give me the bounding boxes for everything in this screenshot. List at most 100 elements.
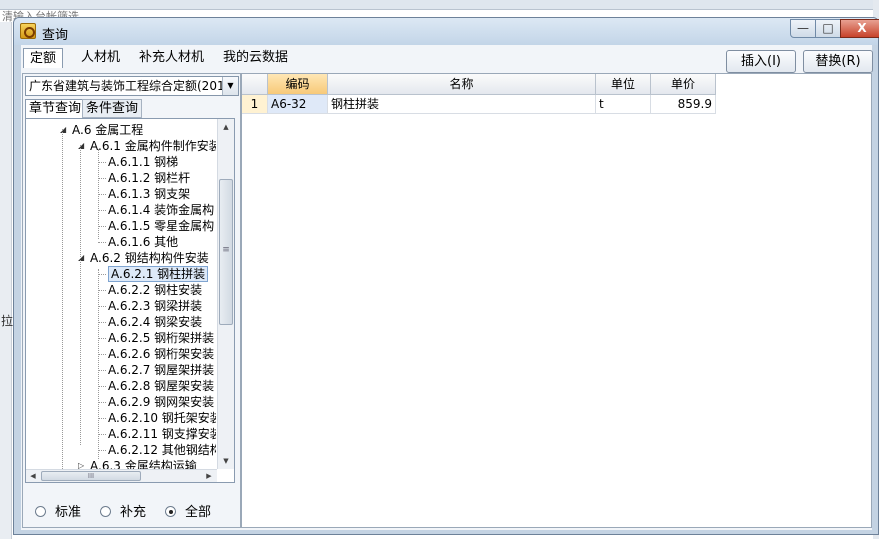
tree-guide-line	[98, 269, 99, 459]
tree-connector	[98, 338, 106, 339]
radio-supplementary-dot[interactable]	[100, 506, 111, 517]
tree-node[interactable]: A.6.2.2 钢柱安装	[108, 282, 202, 298]
tree-connector	[98, 450, 106, 451]
title-bar[interactable]: 查询	[14, 18, 878, 45]
tree-connector	[98, 322, 106, 323]
radio-standard-dot[interactable]	[35, 506, 46, 517]
dialog-client-area: 定额 人材机 补充人材机 我的云数据 插入(I) 替换(R) 广东省建筑与装饰工…	[21, 45, 873, 530]
scroll-up-icon[interactable]: ▲	[218, 119, 234, 135]
tree-connector	[98, 290, 106, 291]
tree-node[interactable]: A.6.2 钢结构构件安装	[90, 250, 209, 266]
tree-node[interactable]: A.6.2.12 其他钢结构	[108, 442, 216, 458]
tab-condition-query[interactable]: 条件查询	[82, 99, 143, 118]
grid-corner-header	[242, 74, 268, 95]
tree-connector	[98, 386, 106, 387]
tree-node[interactable]: A.6.2.5 钢桁架拼装	[108, 330, 214, 346]
tab-chapter-query[interactable]: 章节查询	[25, 99, 86, 118]
quota-library-select[interactable]: 广东省建筑与装饰工程综合定额(201 ▼	[25, 76, 239, 96]
tree-connector	[98, 226, 106, 227]
tree-vertical-scrollbar[interactable]: ▲ ≡ ▼	[217, 119, 234, 469]
close-button[interactable]: X	[840, 19, 879, 38]
scroll-right-icon[interactable]: ▶	[202, 470, 216, 482]
tree-node[interactable]: A.6.2.6 钢桁架安装	[108, 346, 214, 362]
tree-node[interactable]: A.6.3 金属结构运输	[90, 458, 197, 469]
radio-supplementary-label: 补充	[120, 505, 147, 520]
tree-node[interactable]: A.6.1 金属构件制作安装	[90, 138, 216, 154]
tree-node[interactable]: A.6.1.2 钢栏杆	[108, 170, 190, 186]
cell-name[interactable]: 钢柱拼装	[328, 95, 596, 114]
tree-connector	[98, 210, 106, 211]
radio-all[interactable]: 全部	[165, 501, 211, 520]
scroll-down-icon[interactable]: ▼	[218, 453, 234, 469]
row-number[interactable]: 1	[242, 95, 268, 114]
tree-connector	[98, 418, 106, 419]
collapse-icon[interactable]: ◢	[78, 141, 84, 150]
header-price[interactable]: 单价	[651, 74, 716, 95]
app-icon	[20, 23, 36, 39]
chapter-tree: ◢ A.6 金属工程 ◢ A.6.1 金属构件制作安装 A.6.1.1 钢梯 A.6.1.…	[25, 118, 235, 483]
scroll-thumb[interactable]: ≡	[219, 179, 233, 325]
scroll-left-icon[interactable]: ◀	[26, 470, 40, 482]
tree-guide-line	[80, 145, 81, 445]
radio-standard[interactable]: 标准	[35, 501, 81, 520]
library-filter-radios: 标准 补充 全部	[25, 494, 237, 524]
chevron-down-icon[interactable]: ▼	[222, 77, 238, 95]
hscroll-thumb[interactable]: III	[41, 471, 141, 481]
quota-library-value: 广东省建筑与装饰工程综合定额(201	[29, 79, 225, 93]
tree-connector	[98, 370, 106, 371]
tree-node[interactable]: A.6.2.3 钢梁拼装	[108, 298, 202, 314]
tree-node[interactable]: A.6.1.6 其他	[108, 234, 178, 250]
tree-node[interactable]: A.6.2.9 钢网架安装	[108, 394, 214, 410]
radio-all-label: 全部	[185, 505, 212, 520]
tree-guide-line	[62, 129, 63, 469]
expand-icon[interactable]: ▷	[78, 461, 84, 469]
tab-quota[interactable]: 定额	[23, 48, 64, 68]
radio-standard-label: 标准	[55, 505, 82, 520]
collapse-icon[interactable]: ◢	[60, 125, 66, 134]
tree-viewport: ◢ A.6 金属工程 ◢ A.6.1 金属构件制作安装 A.6.1.1 钢梯 A.6.1.…	[26, 119, 216, 469]
tree-node[interactable]: A.6.1.1 钢梯	[108, 154, 178, 170]
tab-labor-material-machine[interactable]: 人材机	[75, 48, 126, 68]
tree-connector	[98, 162, 106, 163]
tree-connector	[98, 354, 106, 355]
collapse-icon[interactable]: ◢	[78, 253, 84, 262]
tree-connector	[98, 274, 106, 275]
background-left-char: 拉	[1, 314, 14, 328]
maximize-button[interactable]: □	[815, 19, 841, 38]
cell-price[interactable]: 859.9	[651, 95, 716, 114]
result-grid: 编码 名称 单位 单价 1 A6-32 钢柱拼装 t 859.9	[241, 73, 872, 528]
tree-connector	[98, 242, 106, 243]
tree-connector	[98, 194, 106, 195]
tree-node[interactable]: A.6.2.7 钢屋架拼装	[108, 362, 214, 378]
replace-button[interactable]: 替换(R)	[803, 50, 873, 73]
tree-node[interactable]: A.6.1.4 装饰金属构	[108, 202, 214, 218]
tree-node[interactable]: A.6 金属工程	[72, 122, 143, 138]
tree-node[interactable]: A.6.2.8 钢屋架安装	[108, 378, 214, 394]
header-name[interactable]: 名称	[328, 74, 596, 95]
tree-connector	[98, 402, 106, 403]
cell-code[interactable]: A6-32	[268, 95, 328, 114]
tree-connector	[98, 306, 106, 307]
left-panel: 广东省建筑与装饰工程综合定额(201 ▼ 章节查询 条件查询 ◢ A.6 金属工程…	[22, 73, 241, 528]
radio-supplementary[interactable]: 补充	[100, 501, 146, 520]
tab-supplementary-lmm[interactable]: 补充人材机	[133, 48, 210, 68]
header-unit[interactable]: 单位	[596, 74, 651, 95]
tree-node[interactable]: A.6.2.10 钢托架安装	[108, 410, 216, 426]
tree-connector	[98, 434, 106, 435]
radio-all-dot[interactable]	[165, 506, 176, 517]
query-dialog: 查询 — □ X 定额 人材机 补充人材机 我的云数据 插入(I) 替换(R) …	[13, 17, 879, 535]
tree-node[interactable]: A.6.1.3 钢支架	[108, 186, 190, 202]
tree-node[interactable]: A.6.2.11 钢支撑安装	[108, 426, 216, 442]
tree-node[interactable]: A.6.2.1 钢柱拼装	[108, 266, 209, 282]
insert-button[interactable]: 插入(I)	[726, 50, 796, 73]
tab-my-cloud-data[interactable]: 我的云数据	[217, 48, 294, 68]
tree-node[interactable]: A.6.1.5 零星金属构	[108, 218, 214, 234]
tree-guide-line	[98, 149, 99, 239]
cell-unit[interactable]: t	[596, 95, 651, 114]
window-title: 查询	[42, 28, 69, 43]
tree-node[interactable]: A.6.2.4 钢梁安装	[108, 314, 202, 330]
tree-horizontal-scrollbar[interactable]: ◀ III ▶	[26, 469, 217, 482]
background-left-strip: 拉	[0, 22, 14, 539]
minimize-button[interactable]: —	[790, 19, 816, 38]
header-code[interactable]: 编码	[268, 74, 328, 95]
